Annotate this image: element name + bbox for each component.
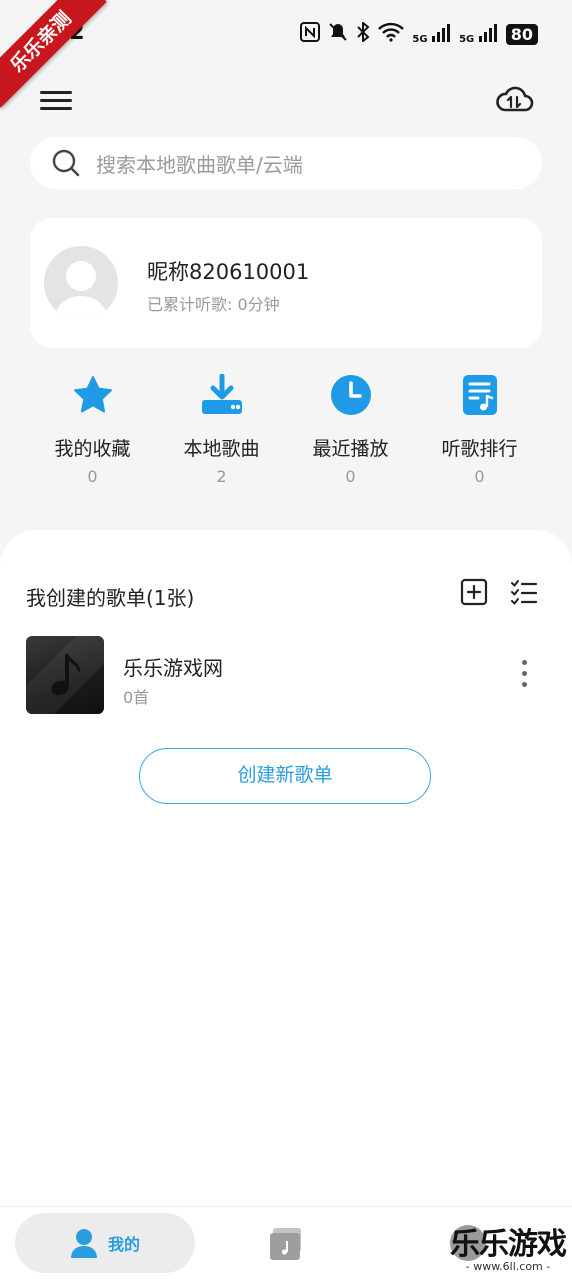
cloud-sync-button[interactable] (494, 82, 534, 118)
more-options-button[interactable] (516, 660, 532, 692)
checklist-icon (511, 580, 538, 605)
nav-tab-library[interactable] (268, 1227, 304, 1261)
status-icons: 5G 5G 80 (300, 20, 538, 47)
playlists-title: 我创建的歌单(1张) (26, 586, 195, 610)
listen-ranking-label: 听歌排行 (441, 438, 518, 460)
local-songs-button[interactable]: 本地歌曲 2 (157, 372, 286, 492)
menu-button[interactable] (40, 86, 76, 116)
add-playlist-button[interactable] (460, 578, 488, 606)
recent-played-button[interactable]: 最近播放 0 (286, 372, 415, 492)
listen-time: 已累计听歌: 0分钟 (147, 295, 280, 314)
nav-tab-mine[interactable]: 我的 (15, 1213, 195, 1273)
listen-ranking-button[interactable]: 听歌排行 0 (415, 372, 544, 492)
star-icon (70, 372, 116, 418)
playlists-panel: 我创建的歌单(1张) 乐乐游戏网 0首 创建新歌单 (0, 530, 572, 1206)
nav-tab-mine-label: 我的 (107, 1235, 140, 1254)
network-label-1: 5G (412, 34, 428, 45)
status-bar: 22 5G 5G 80 (0, 0, 572, 66)
network-label-2: 5G (459, 34, 475, 45)
battery-indicator: 80 (505, 24, 538, 45)
clock-icon (328, 372, 374, 418)
favorites-count: 0 (87, 467, 98, 486)
add-square-icon (460, 578, 488, 606)
local-songs-count: 2 (216, 467, 227, 486)
search-placeholder: 搜索本地歌曲歌单/云端 (96, 152, 303, 177)
playlist-count: 0首 (123, 688, 150, 707)
music-note-icon (26, 636, 104, 714)
music-note-doc-icon (457, 372, 503, 418)
cloud-sync-icon (496, 86, 534, 112)
user-nickname: 昵称820610001 (147, 260, 310, 284)
create-playlist-button[interactable]: 创建新歌单 (139, 748, 431, 804)
bottom-nav: 我的 (0, 1206, 572, 1279)
signal-icon-2: 5G (459, 24, 498, 45)
listen-ranking-count: 0 (474, 467, 485, 486)
bluetooth-icon (356, 20, 370, 47)
wifi-icon (378, 22, 405, 47)
manage-playlists-button[interactable] (510, 578, 538, 606)
playlist-item[interactable]: 乐乐游戏网 0首 (0, 634, 572, 716)
local-songs-label: 本地歌曲 (183, 438, 260, 460)
nav-tab-discover[interactable] (450, 1225, 486, 1261)
music-folder-icon (270, 1228, 301, 1260)
profile-card[interactable]: 昵称820610001 已累计听歌: 0分钟 (30, 218, 542, 348)
quick-actions: 我的收藏 0 本地歌曲 2 最近播放 0 听歌排行 0 (28, 372, 544, 492)
mute-bell-icon (328, 22, 348, 47)
app-screen: 22 5G 5G 80 乐乐亲测 搜索本地歌曲歌单/云端 昵称820610001… (0, 0, 572, 1279)
user-icon (70, 1229, 97, 1258)
recent-played-count: 0 (345, 467, 356, 486)
more-vertical-icon (516, 660, 532, 687)
default-avatar-icon (44, 246, 118, 320)
avatar[interactable] (44, 246, 118, 320)
signal-icon-1: 5G (412, 24, 451, 45)
playlist-cover (26, 636, 104, 714)
download-icon (199, 372, 245, 418)
menu-icon (40, 91, 76, 110)
recent-played-label: 最近播放 (312, 438, 389, 460)
nfc-icon (300, 22, 321, 47)
playlist-name: 乐乐游戏网 (123, 656, 223, 680)
favorites-button[interactable]: 我的收藏 0 (28, 372, 157, 492)
search-icon (52, 149, 80, 177)
search-bar[interactable]: 搜索本地歌曲歌单/云端 (30, 137, 542, 189)
status-time: 22 (54, 20, 85, 45)
favorites-label: 我的收藏 (54, 438, 131, 460)
